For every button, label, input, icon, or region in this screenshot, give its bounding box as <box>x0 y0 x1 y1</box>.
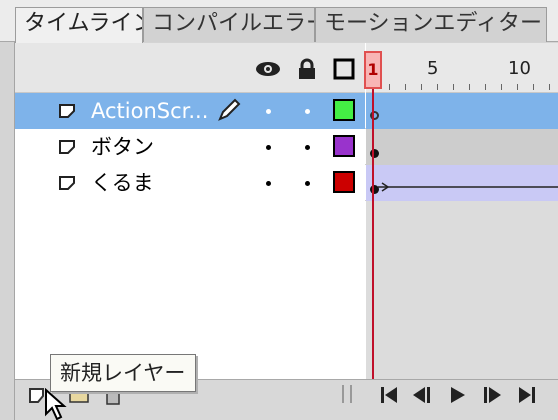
pencil-icon <box>218 98 241 121</box>
ruler-tick <box>469 84 470 90</box>
ruler-tick <box>389 84 390 90</box>
motion-tween-arrow <box>378 182 558 192</box>
play-icon[interactable] <box>447 384 469 406</box>
ruler-tick <box>533 84 534 90</box>
frames-empty-area <box>366 201 558 379</box>
layer-icon <box>59 104 75 118</box>
outline-color-swatch[interactable] <box>333 171 355 193</box>
playhead-line <box>372 89 374 407</box>
ruler-tick <box>437 84 438 90</box>
layer-name[interactable]: ボタン <box>91 132 154 162</box>
layer-row[interactable]: くるま <box>15 165 558 201</box>
tab-motion-editor[interactable]: モーションエディター <box>315 7 547 42</box>
new-layer-tooltip: 新規レイヤー <box>50 354 196 392</box>
eye-icon[interactable] <box>255 58 281 80</box>
frame-track[interactable] <box>366 165 558 201</box>
visibility-dot[interactable] <box>266 181 271 186</box>
layer-icon <box>59 140 75 154</box>
ruler-tick <box>405 84 406 90</box>
ruler-tick <box>549 84 550 90</box>
layer-name[interactable]: くるま <box>91 168 154 198</box>
tab-compiler-errors[interactable]: コンパイルエラー <box>143 7 315 42</box>
visibility-dot[interactable] <box>266 145 271 150</box>
resize-grip[interactable] <box>342 385 352 403</box>
outline-color-swatch[interactable] <box>333 135 355 157</box>
lock-dot[interactable] <box>305 145 310 150</box>
step-forward-icon[interactable] <box>482 384 504 406</box>
frame-track[interactable] <box>366 93 558 129</box>
frame-track[interactable] <box>366 129 558 165</box>
ruler-tick <box>421 84 422 90</box>
ruler-tick <box>501 84 502 90</box>
panel-tab-bar: タイムライン コンパイルエラー モーションエディター <box>0 0 558 43</box>
left-edge <box>0 0 15 420</box>
ruler-label-5: 5 <box>427 58 439 79</box>
lock-dot[interactable] <box>305 181 310 186</box>
ruler-tick <box>517 84 518 90</box>
outline-color-swatch[interactable] <box>333 99 355 121</box>
tab-timeline[interactable]: タイムライン <box>15 7 143 43</box>
go-to-last-frame-icon[interactable] <box>516 384 538 406</box>
go-to-first-frame-icon[interactable] <box>378 384 400 406</box>
visibility-dot[interactable] <box>266 109 271 114</box>
layer-row[interactable]: ActionScr... <box>15 93 558 129</box>
ruler-label-10: 10 <box>508 58 531 79</box>
playhead[interactable]: 1 <box>364 51 382 89</box>
ruler-tick <box>453 84 454 90</box>
mouse-cursor-icon <box>45 388 67 420</box>
layer-row[interactable]: ボタン <box>15 129 558 165</box>
layer-icon <box>59 176 75 190</box>
step-back-icon[interactable] <box>410 384 432 406</box>
lock-dot[interactable] <box>305 109 310 114</box>
lock-icon[interactable] <box>296 58 318 80</box>
layer-name[interactable]: ActionScr... <box>91 96 208 126</box>
ruler-tick <box>485 84 486 90</box>
outline-icon[interactable] <box>333 58 355 80</box>
